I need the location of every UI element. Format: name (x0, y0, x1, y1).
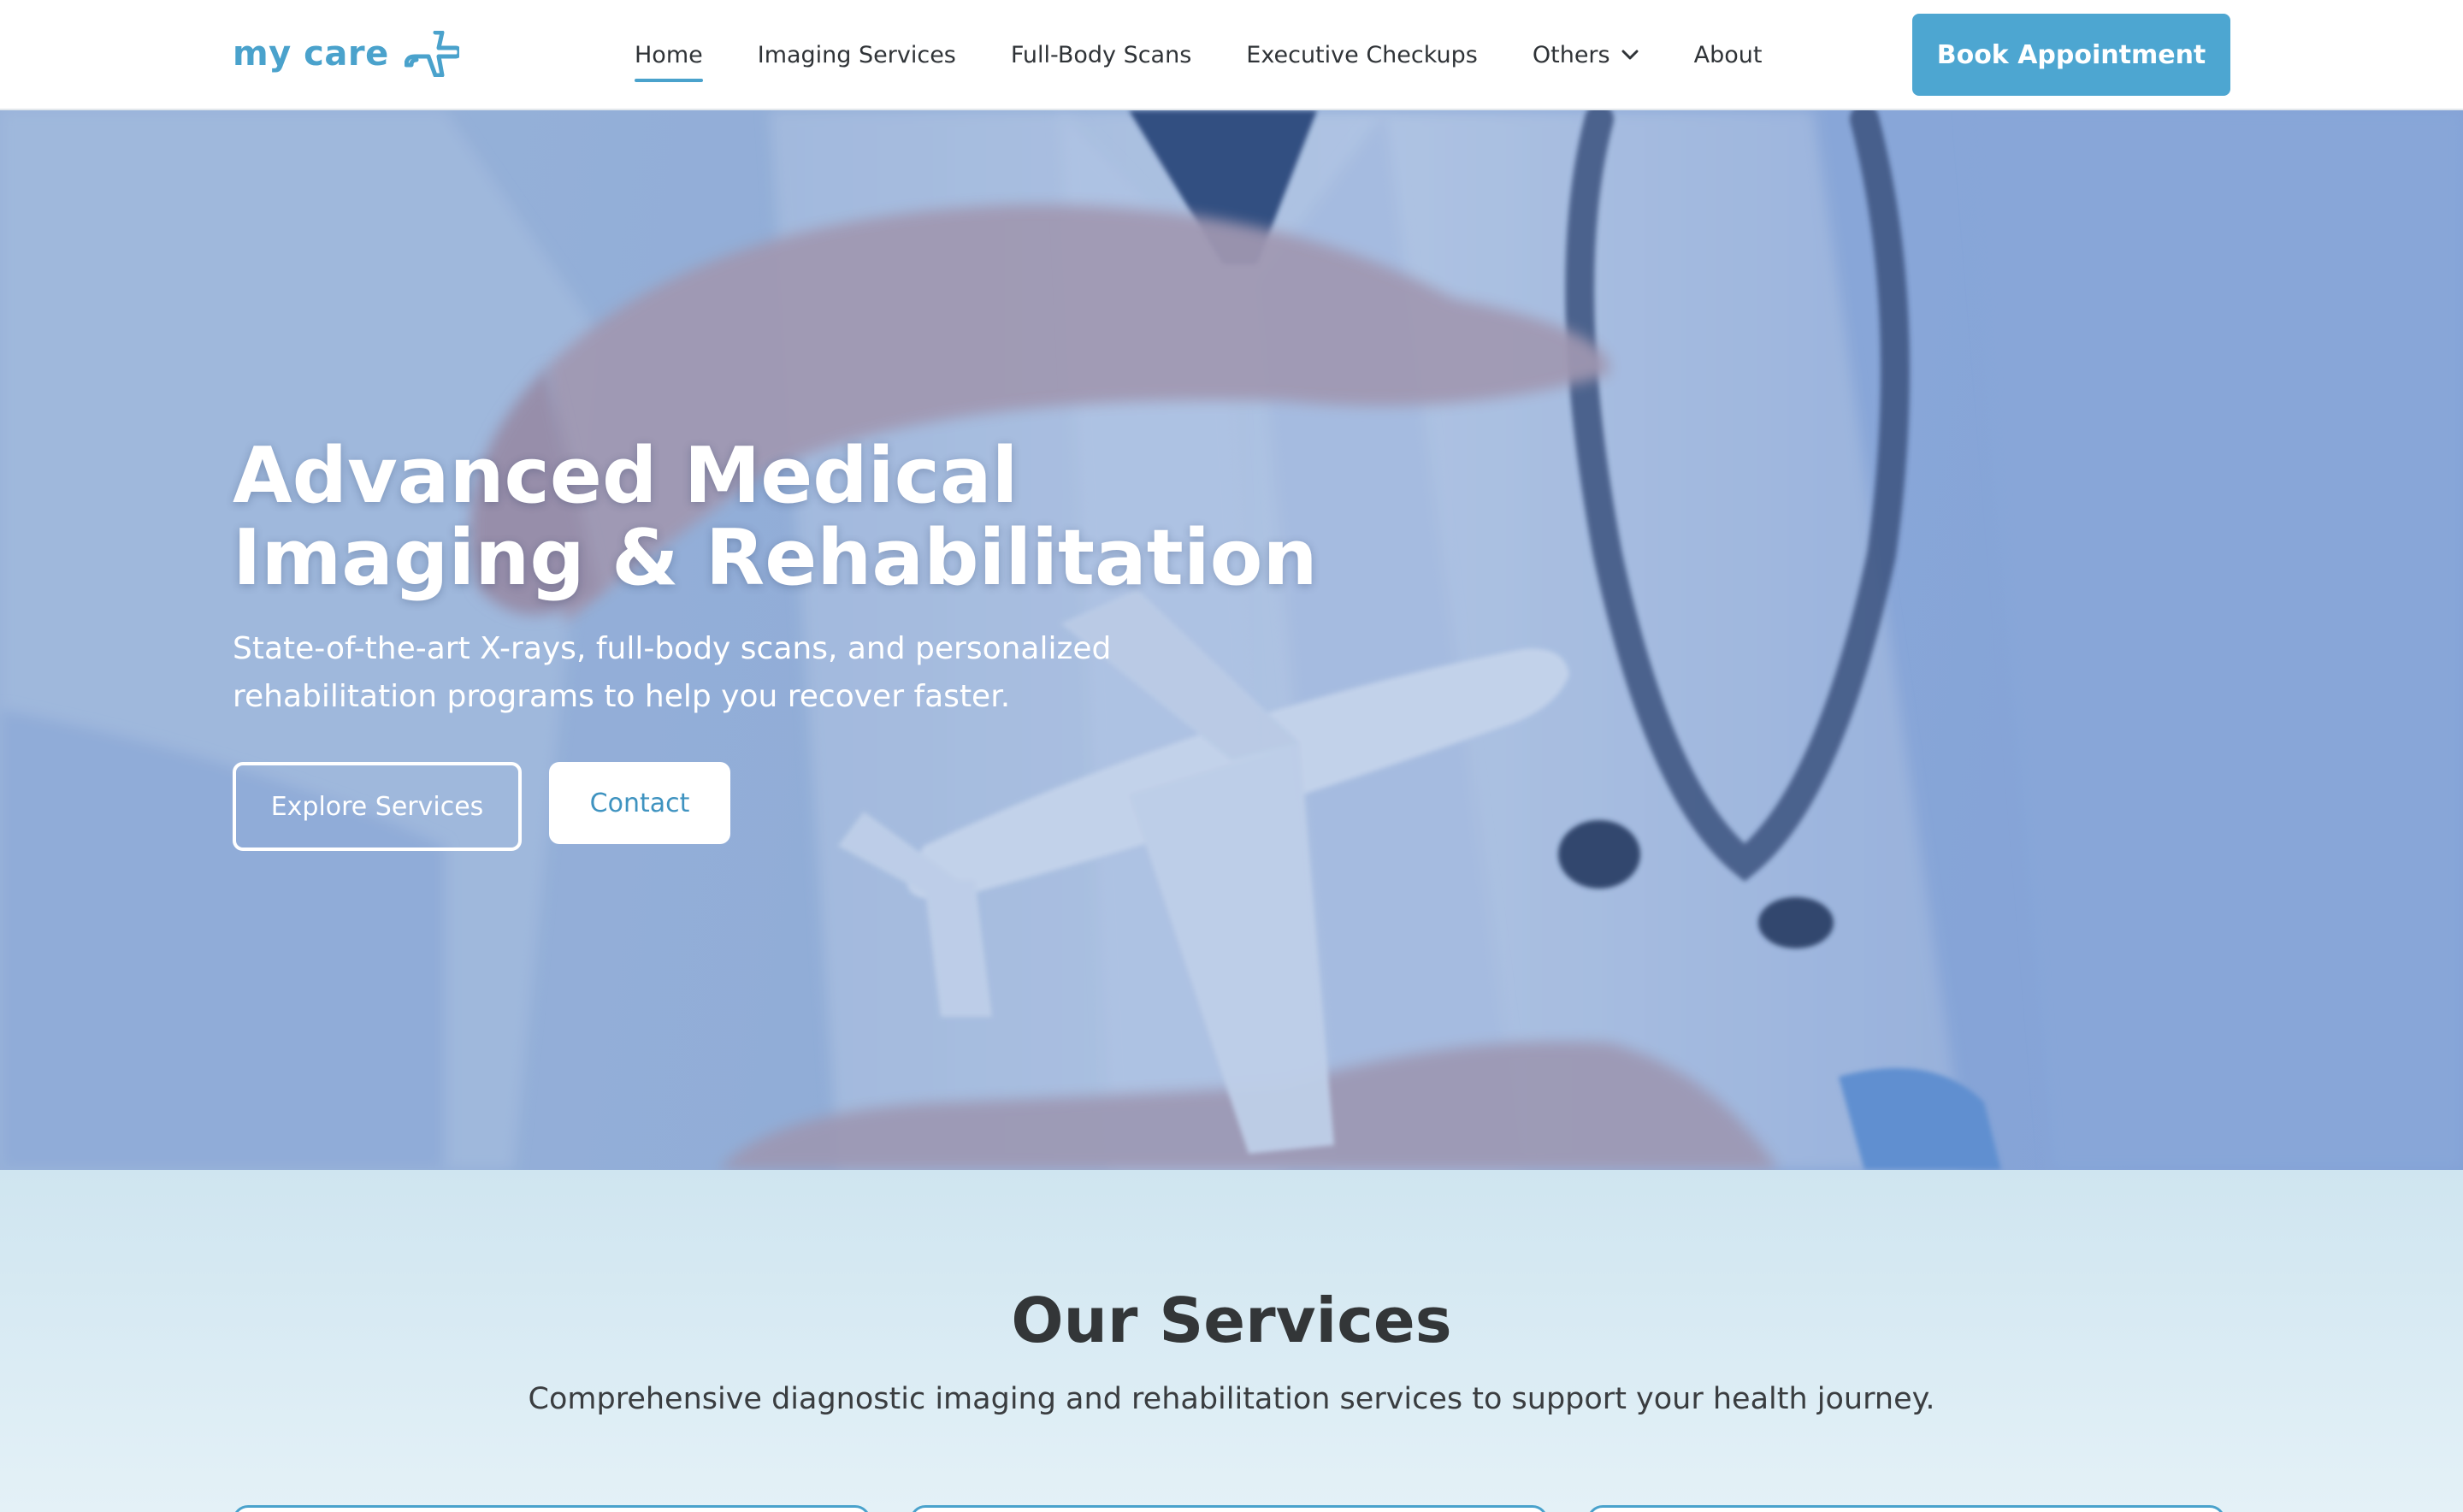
chevron-down-icon (1621, 50, 1639, 60)
contact-button[interactable]: Contact (549, 762, 730, 844)
hero-buttons: Explore Services Contact (233, 762, 1430, 851)
site-header: my care Home Imaging Services Full-Body … (0, 0, 2463, 110)
nav-home-label: Home (635, 41, 703, 68)
nav-home[interactable]: Home (635, 41, 703, 82)
hero-title: Advanced Medical Imaging & Rehabilitatio… (233, 435, 1430, 599)
hero-subtitle: State-of-the-art X-rays, full-body scans… (233, 631, 1112, 714)
airplane-icon (404, 31, 459, 77)
nav-imaging-services[interactable]: Imaging Services (758, 42, 956, 68)
nav-full-body-scans[interactable]: Full-Body Scans (1011, 42, 1191, 68)
service-card[interactable] (233, 1505, 871, 1512)
nav-others-dropdown[interactable]: Others (1533, 42, 1639, 68)
nav-others-label: Others (1532, 41, 1610, 68)
services-subtitle: Comprehensive diagnostic imaging and reh… (528, 1382, 1935, 1416)
hero-section: Advanced Medical Imaging & Rehabilitatio… (0, 110, 2463, 1170)
nav-executive-checkups-label: Executive Checkups (1246, 41, 1478, 68)
hero-title-line-1: Advanced Medical (233, 431, 1019, 521)
hero-content: Advanced Medical Imaging & Rehabilitatio… (233, 435, 1430, 851)
services-section: Our Services Comprehensive diagnostic im… (0, 1170, 2463, 1512)
service-card[interactable] (1587, 1505, 2225, 1512)
service-card[interactable] (910, 1505, 1548, 1512)
nav-executive-checkups[interactable]: Executive Checkups (1246, 42, 1478, 68)
nav-about[interactable]: About (1694, 42, 1763, 68)
services-title: Our Services (1011, 1285, 1452, 1356)
logo-text: my care (233, 34, 389, 74)
main-nav: Home Imaging Services Full-Body Scans Ex… (635, 0, 1816, 109)
nav-about-label: About (1693, 41, 1763, 68)
nav-imaging-services-label: Imaging Services (757, 41, 956, 68)
logo[interactable]: my care (233, 31, 459, 77)
hero-title-line-2: Imaging & Rehabilitation (233, 513, 1318, 603)
book-appointment-button[interactable]: Book Appointment (1912, 14, 2230, 96)
nav-full-body-scans-label: Full-Body Scans (1010, 41, 1192, 68)
explore-services-button[interactable]: Explore Services (233, 762, 522, 851)
